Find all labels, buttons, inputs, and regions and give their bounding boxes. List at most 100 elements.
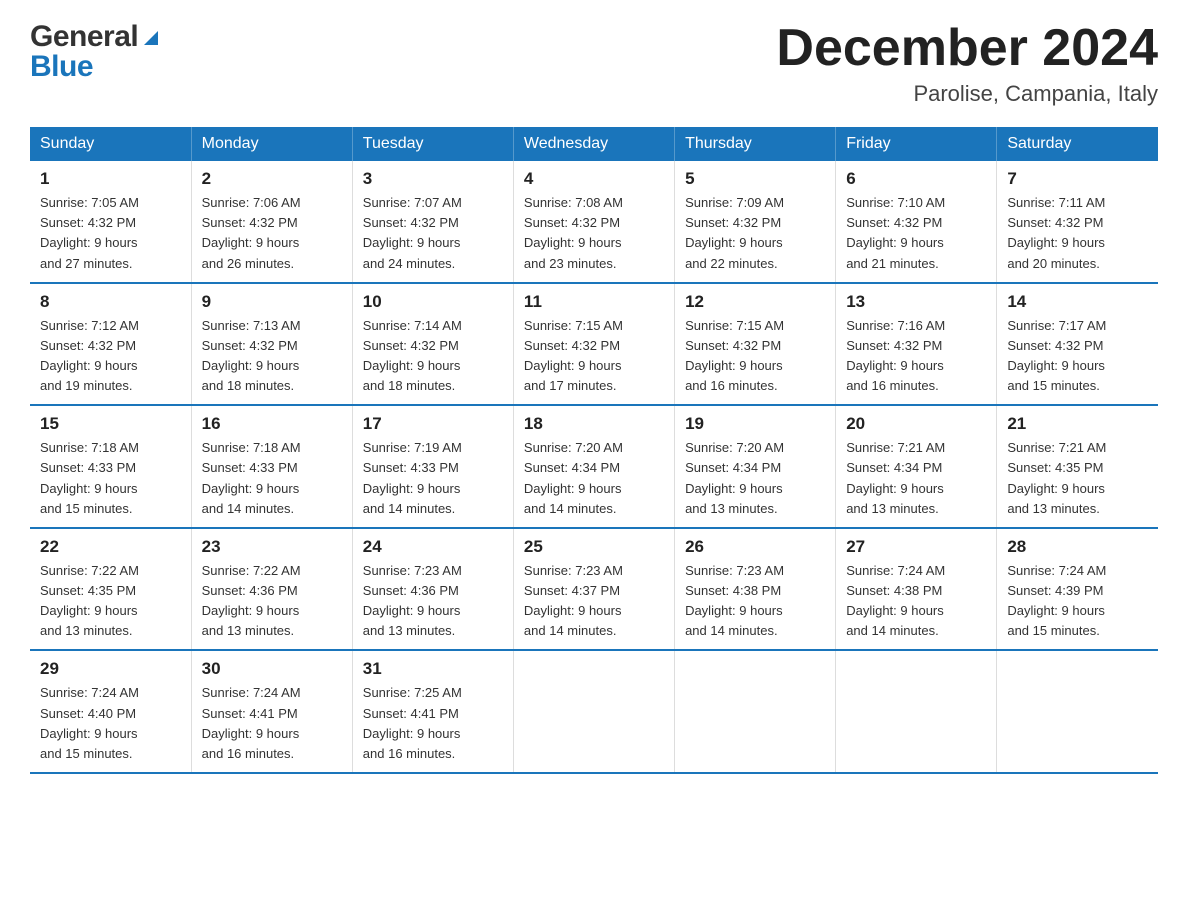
day-info: Sunrise: 7:25 AM Sunset: 4:41 PM Dayligh… [363, 683, 503, 764]
day-number: 25 [524, 537, 664, 557]
calendar-cell: 24 Sunrise: 7:23 AM Sunset: 4:36 PM Dayl… [352, 528, 513, 651]
calendar-cell: 15 Sunrise: 7:18 AM Sunset: 4:33 PM Dayl… [30, 405, 191, 528]
day-info: Sunrise: 7:20 AM Sunset: 4:34 PM Dayligh… [524, 438, 664, 519]
calendar-cell: 12 Sunrise: 7:15 AM Sunset: 4:32 PM Dayl… [675, 283, 836, 406]
logo-icon [140, 27, 162, 49]
day-info: Sunrise: 7:17 AM Sunset: 4:32 PM Dayligh… [1007, 316, 1148, 397]
header-row: Sunday Monday Tuesday Wednesday Thursday… [30, 127, 1158, 161]
day-info: Sunrise: 7:21 AM Sunset: 4:34 PM Dayligh… [846, 438, 986, 519]
day-number: 29 [40, 659, 181, 679]
day-number: 3 [363, 169, 503, 189]
calendar-cell [675, 650, 836, 773]
day-number: 7 [1007, 169, 1148, 189]
calendar-body: 1 Sunrise: 7:05 AM Sunset: 4:32 PM Dayli… [30, 161, 1158, 773]
day-number: 10 [363, 292, 503, 312]
day-info: Sunrise: 7:14 AM Sunset: 4:32 PM Dayligh… [363, 316, 503, 397]
calendar-cell: 8 Sunrise: 7:12 AM Sunset: 4:32 PM Dayli… [30, 283, 191, 406]
day-number: 21 [1007, 414, 1148, 434]
day-info: Sunrise: 7:21 AM Sunset: 4:35 PM Dayligh… [1007, 438, 1148, 519]
day-info: Sunrise: 7:11 AM Sunset: 4:32 PM Dayligh… [1007, 193, 1148, 274]
day-info: Sunrise: 7:23 AM Sunset: 4:36 PM Dayligh… [363, 561, 503, 642]
day-info: Sunrise: 7:24 AM Sunset: 4:40 PM Dayligh… [40, 683, 181, 764]
day-number: 16 [202, 414, 342, 434]
calendar-cell: 30 Sunrise: 7:24 AM Sunset: 4:41 PM Dayl… [191, 650, 352, 773]
day-number: 2 [202, 169, 342, 189]
day-number: 6 [846, 169, 986, 189]
day-number: 18 [524, 414, 664, 434]
calendar-cell: 20 Sunrise: 7:21 AM Sunset: 4:34 PM Dayl… [836, 405, 997, 528]
page-header: General Blue December 2024 Parolise, Cam… [30, 20, 1158, 107]
calendar-cell: 11 Sunrise: 7:15 AM Sunset: 4:32 PM Dayl… [513, 283, 674, 406]
calendar-cell [836, 650, 997, 773]
calendar-cell: 22 Sunrise: 7:22 AM Sunset: 4:35 PM Dayl… [30, 528, 191, 651]
calendar-cell [513, 650, 674, 773]
calendar-week-1: 1 Sunrise: 7:05 AM Sunset: 4:32 PM Dayli… [30, 161, 1158, 283]
calendar-cell: 18 Sunrise: 7:20 AM Sunset: 4:34 PM Dayl… [513, 405, 674, 528]
day-info: Sunrise: 7:09 AM Sunset: 4:32 PM Dayligh… [685, 193, 825, 274]
calendar-week-4: 22 Sunrise: 7:22 AM Sunset: 4:35 PM Dayl… [30, 528, 1158, 651]
calendar-cell: 1 Sunrise: 7:05 AM Sunset: 4:32 PM Dayli… [30, 161, 191, 283]
calendar-cell: 13 Sunrise: 7:16 AM Sunset: 4:32 PM Dayl… [836, 283, 997, 406]
day-number: 28 [1007, 537, 1148, 557]
calendar-cell: 9 Sunrise: 7:13 AM Sunset: 4:32 PM Dayli… [191, 283, 352, 406]
day-number: 23 [202, 537, 342, 557]
day-info: Sunrise: 7:15 AM Sunset: 4:32 PM Dayligh… [524, 316, 664, 397]
day-info: Sunrise: 7:05 AM Sunset: 4:32 PM Dayligh… [40, 193, 181, 274]
day-number: 9 [202, 292, 342, 312]
col-sunday: Sunday [30, 127, 191, 161]
day-number: 17 [363, 414, 503, 434]
logo-general-text: General [30, 20, 138, 54]
day-info: Sunrise: 7:20 AM Sunset: 4:34 PM Dayligh… [685, 438, 825, 519]
calendar-cell: 4 Sunrise: 7:08 AM Sunset: 4:32 PM Dayli… [513, 161, 674, 283]
day-number: 27 [846, 537, 986, 557]
day-number: 26 [685, 537, 825, 557]
day-info: Sunrise: 7:19 AM Sunset: 4:33 PM Dayligh… [363, 438, 503, 519]
calendar-cell: 26 Sunrise: 7:23 AM Sunset: 4:38 PM Dayl… [675, 528, 836, 651]
day-info: Sunrise: 7:23 AM Sunset: 4:38 PM Dayligh… [685, 561, 825, 642]
calendar-cell: 7 Sunrise: 7:11 AM Sunset: 4:32 PM Dayli… [997, 161, 1158, 283]
day-number: 15 [40, 414, 181, 434]
calendar-table: Sunday Monday Tuesday Wednesday Thursday… [30, 127, 1158, 774]
day-info: Sunrise: 7:22 AM Sunset: 4:36 PM Dayligh… [202, 561, 342, 642]
calendar-cell: 17 Sunrise: 7:19 AM Sunset: 4:33 PM Dayl… [352, 405, 513, 528]
calendar-cell: 3 Sunrise: 7:07 AM Sunset: 4:32 PM Dayli… [352, 161, 513, 283]
logo-blue-text: Blue [30, 50, 93, 84]
col-saturday: Saturday [997, 127, 1158, 161]
day-info: Sunrise: 7:07 AM Sunset: 4:32 PM Dayligh… [363, 193, 503, 274]
calendar-cell: 16 Sunrise: 7:18 AM Sunset: 4:33 PM Dayl… [191, 405, 352, 528]
col-monday: Monday [191, 127, 352, 161]
day-number: 31 [363, 659, 503, 679]
calendar-cell: 19 Sunrise: 7:20 AM Sunset: 4:34 PM Dayl… [675, 405, 836, 528]
calendar-week-2: 8 Sunrise: 7:12 AM Sunset: 4:32 PM Dayli… [30, 283, 1158, 406]
calendar-cell: 2 Sunrise: 7:06 AM Sunset: 4:32 PM Dayli… [191, 161, 352, 283]
day-info: Sunrise: 7:13 AM Sunset: 4:32 PM Dayligh… [202, 316, 342, 397]
day-info: Sunrise: 7:15 AM Sunset: 4:32 PM Dayligh… [685, 316, 825, 397]
day-number: 11 [524, 292, 664, 312]
day-info: Sunrise: 7:23 AM Sunset: 4:37 PM Dayligh… [524, 561, 664, 642]
calendar-cell: 25 Sunrise: 7:23 AM Sunset: 4:37 PM Dayl… [513, 528, 674, 651]
calendar-cell: 5 Sunrise: 7:09 AM Sunset: 4:32 PM Dayli… [675, 161, 836, 283]
day-number: 19 [685, 414, 825, 434]
calendar-cell: 21 Sunrise: 7:21 AM Sunset: 4:35 PM Dayl… [997, 405, 1158, 528]
calendar-cell: 29 Sunrise: 7:24 AM Sunset: 4:40 PM Dayl… [30, 650, 191, 773]
calendar-week-5: 29 Sunrise: 7:24 AM Sunset: 4:40 PM Dayl… [30, 650, 1158, 773]
day-number: 8 [40, 292, 181, 312]
calendar-cell: 27 Sunrise: 7:24 AM Sunset: 4:38 PM Dayl… [836, 528, 997, 651]
calendar-cell: 14 Sunrise: 7:17 AM Sunset: 4:32 PM Dayl… [997, 283, 1158, 406]
day-info: Sunrise: 7:22 AM Sunset: 4:35 PM Dayligh… [40, 561, 181, 642]
calendar-cell: 28 Sunrise: 7:24 AM Sunset: 4:39 PM Dayl… [997, 528, 1158, 651]
day-number: 30 [202, 659, 342, 679]
calendar-cell: 23 Sunrise: 7:22 AM Sunset: 4:36 PM Dayl… [191, 528, 352, 651]
day-info: Sunrise: 7:24 AM Sunset: 4:41 PM Dayligh… [202, 683, 342, 764]
title-block: December 2024 Parolise, Campania, Italy [776, 20, 1158, 107]
calendar-cell: 6 Sunrise: 7:10 AM Sunset: 4:32 PM Dayli… [836, 161, 997, 283]
day-info: Sunrise: 7:24 AM Sunset: 4:38 PM Dayligh… [846, 561, 986, 642]
col-tuesday: Tuesday [352, 127, 513, 161]
day-number: 4 [524, 169, 664, 189]
day-info: Sunrise: 7:12 AM Sunset: 4:32 PM Dayligh… [40, 316, 181, 397]
day-info: Sunrise: 7:16 AM Sunset: 4:32 PM Dayligh… [846, 316, 986, 397]
day-info: Sunrise: 7:06 AM Sunset: 4:32 PM Dayligh… [202, 193, 342, 274]
day-number: 20 [846, 414, 986, 434]
day-number: 12 [685, 292, 825, 312]
day-number: 14 [1007, 292, 1148, 312]
